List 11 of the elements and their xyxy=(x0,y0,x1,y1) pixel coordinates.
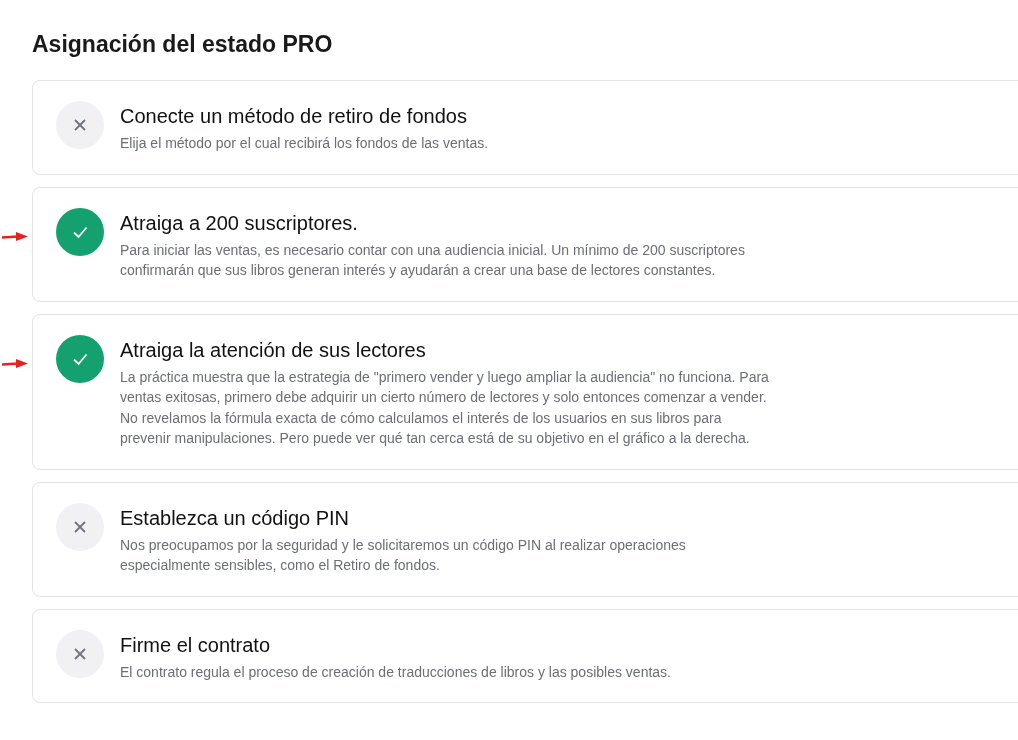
step-title: Establezca un código PIN xyxy=(120,505,351,531)
step-title: Conecte un método de retiro de fondos xyxy=(120,104,468,129)
step-description: Para iniciar las ventas, es necesario contar con una audiencia inicial. Un mínimo de 200 suscriptores confirmarán que sus libros generan interés y ayudarán a crear una base de lectores constantes. xyxy=(120,240,746,280)
step-description: La práctica muestra que la estrategia de "primero vender y luego ampliar la audiencia" no funciona. Para ventas exitosas, primero debe adquirir un cierto número de lectores y solo entonces comenzar a vender. No revelamos la fórmula exacta de cómo calculamos el interés de los usuarios en sus libros para prevenir manipulaciones. Pero puede ver qué tan cerca está de su objetivo en el gráfico a la derecha. xyxy=(120,367,770,448)
step-title: Firme el contrato xyxy=(120,632,272,658)
step-title: Atraiga la atención de sus lectores xyxy=(120,337,427,363)
step-description: Nos preocupamos por la seguridad y le solicitaremos un código PIN al realizar operaciones especialmente sensibles, como el Retiro de fondos. xyxy=(120,535,687,575)
page-title: Asignación del estado PRO xyxy=(32,30,334,59)
step-description: El contrato regula el proceso de creación de traducciones de libros y las posibles ventas. xyxy=(120,662,671,682)
step-description: Elija el método por el cual recibirá los fondos de las ventas. xyxy=(120,134,489,153)
step-title: Atraiga a 200 suscriptores. xyxy=(120,210,359,236)
